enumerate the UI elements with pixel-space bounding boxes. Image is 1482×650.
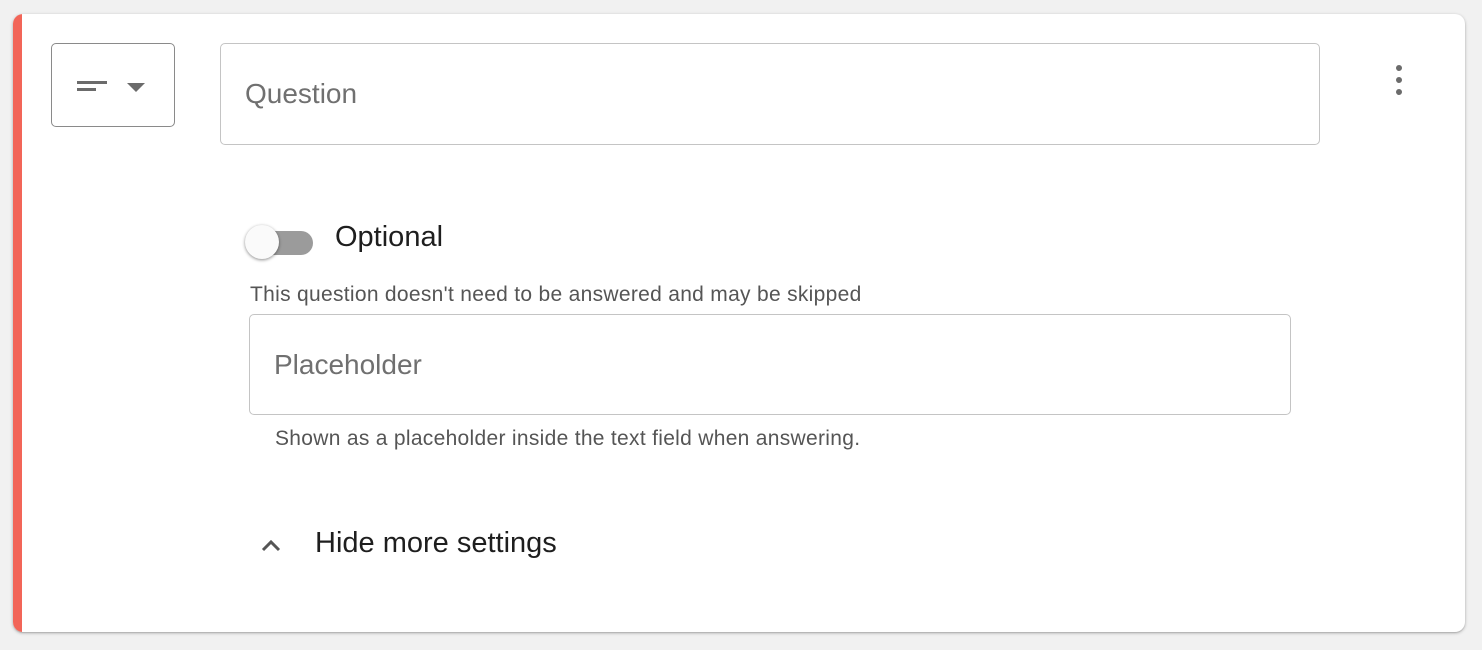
optional-label: Optional [335,221,444,253]
placeholder-field[interactable] [249,314,1291,415]
hide-more-settings-label: Hide more settings [315,527,557,559]
more-vert-icon[interactable] [1380,60,1420,100]
question-input[interactable] [245,44,1295,144]
optional-toggle[interactable] [245,221,315,259]
chevron-up-icon [261,539,281,552]
placeholder-input[interactable] [274,315,1266,414]
accent-bar [13,14,22,632]
optional-helper-text: This question doesn't need to be answere… [250,283,862,306]
placeholder-helper-text: Shown as a placeholder inside the text f… [275,427,861,450]
caret-down-icon [127,83,145,92]
question-type-select[interactable] [51,43,175,127]
short-text-icon [77,81,107,93]
toggle-thumb [245,225,279,259]
question-card: Optional This question doesn't need to b… [13,14,1465,632]
question-field[interactable] [220,43,1320,145]
